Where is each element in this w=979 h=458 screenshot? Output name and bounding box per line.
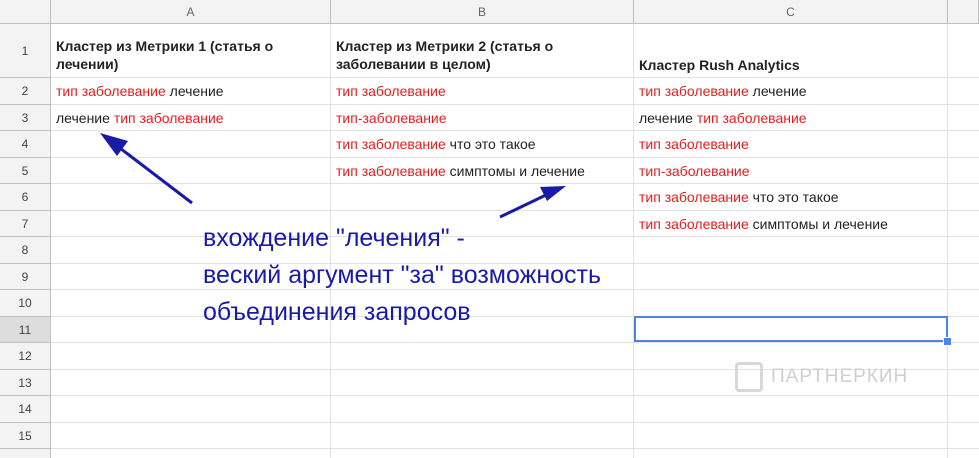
annotation-text: вхождение "лечения" - веский аргумент "з… [203,220,601,331]
arrow-right [499,186,566,219]
annotation-line-3: объединения запросов [203,298,471,326]
annotation-line-1: вхождение "лечения" - [203,224,465,252]
annotation-line-2: веский аргумент "за" возможность [203,261,602,289]
watermark-logo-icon [735,362,763,392]
arrow-left [100,133,193,205]
watermark-text: ПАРТНЕРКИН [771,366,909,387]
watermark: ПАРТНЕРКИН [735,362,908,392]
